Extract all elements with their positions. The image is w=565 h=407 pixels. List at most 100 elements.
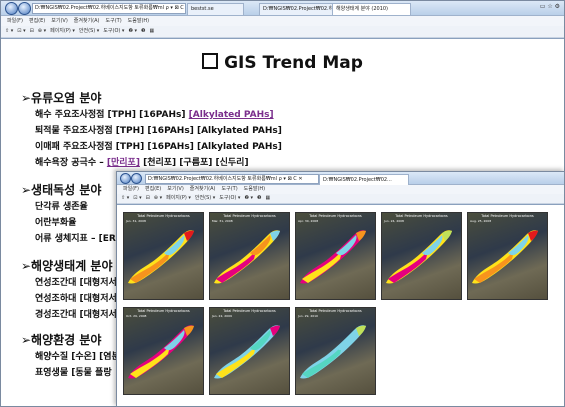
concentration-map xyxy=(386,230,452,284)
data-link[interactable]: [천리포] xyxy=(140,158,179,168)
command-item-1[interactable]: ⇧ ▾ xyxy=(5,28,13,34)
command-item-1[interactable]: ⇧ ▾ xyxy=(121,195,129,201)
address-bar[interactable]: D:₩NGIS₩02.Project₩02.하베이스지도항 토류화름₩ml ρ … xyxy=(32,3,186,14)
row-label: 표영생물 [동물 플랑 xyxy=(35,368,112,378)
map-thumbnail[interactable]: Total Petroleum Hydrocarbons Jun. 24, 200… xyxy=(381,212,462,300)
section-row: 어란부화율 xyxy=(35,215,76,228)
data-link[interactable]: [만리포] xyxy=(107,158,140,168)
forward-button[interactable] xyxy=(131,173,142,184)
row-label: 연성조간대 [대형저서 xyxy=(35,278,117,288)
data-link[interactable]: [16PAHs] xyxy=(144,126,197,136)
row-label: 이매패 주요조사정점 xyxy=(35,142,116,152)
back-button[interactable] xyxy=(5,2,18,15)
map-title: Total Petroleum Hydrocarbons xyxy=(137,214,190,218)
browser-tab-1[interactable]: bestst.se xyxy=(187,3,244,15)
main-titlebar: D:₩NGIS₩02.Project₩02.하베이스지도항 토류화름₩ml ρ … xyxy=(1,1,564,16)
command-item-7[interactable]: 도구(O) ▾ xyxy=(219,195,240,201)
menu-item-1[interactable]: 파일(F) xyxy=(123,186,139,192)
command-item-2[interactable]: ⊡ ▾ xyxy=(17,28,25,34)
map-thumbnail[interactable]: Total Petroleum Hydrocarbons Mar. 31, 200… xyxy=(209,212,290,300)
command-item-4[interactable]: ⊕ ▾ xyxy=(154,195,162,201)
map-thumbnail[interactable]: Total Petroleum Hydrocarbons Apr. 30, 200… xyxy=(295,212,376,300)
menu-item-4[interactable]: 즐겨찾기(A) xyxy=(190,186,216,192)
section-row: 어류 생체지표 – [ERO xyxy=(35,231,123,244)
section-row: 연성조하대 [대형저서 xyxy=(35,291,117,304)
browser-tab-2[interactable]: D:₩NGIS₩02.Project₩02.하베... xyxy=(259,3,334,15)
row-label: 경성조간대 [대형저서 xyxy=(35,310,117,320)
map-thumbnail[interactable]: Total Petroleum Hydrocarbons Oct. 29, 200… xyxy=(123,307,204,395)
data-link[interactable]: [TPH] xyxy=(108,110,137,120)
command-item-5[interactable]: 페이지(P) ▾ xyxy=(166,195,191,201)
data-link[interactable]: [TPH] xyxy=(116,142,145,152)
command-item-9[interactable]: ❸ xyxy=(257,195,261,201)
browser-tab-3[interactable]: 해양생태계 분야 (2010) xyxy=(332,3,411,15)
data-link[interactable]: [16PAHs] xyxy=(144,142,197,152)
menu-item-5[interactable]: 도구(T) xyxy=(222,186,238,192)
row-label: 해수 주요조사정점 xyxy=(35,110,108,120)
command-item-3[interactable]: ⊟ xyxy=(146,195,150,201)
data-link[interactable]: [16PAHs] xyxy=(136,110,189,120)
menu-item-3[interactable]: 보기(V) xyxy=(167,186,184,192)
row-label: 퇴적물 주요조사정점 xyxy=(35,126,116,136)
separator xyxy=(1,38,564,39)
menu-item-5[interactable]: 도구(T) xyxy=(106,18,122,24)
map-date: Jun. 24, 2008 xyxy=(384,219,404,223)
section-row: 연성조간대 [대형저서 xyxy=(35,275,117,288)
map-date: Apr. 30, 2008 xyxy=(298,219,319,223)
command-item-5[interactable]: 페이지(P) ▾ xyxy=(50,28,75,34)
menu-item-1[interactable]: 파일(F) xyxy=(7,18,23,24)
forward-button[interactable] xyxy=(18,2,31,15)
map-date: Mar. 31, 2008 xyxy=(212,219,233,223)
menu-item-6[interactable]: 도움말(H) xyxy=(244,186,265,192)
command-item-7[interactable]: 도구(O) ▾ xyxy=(103,28,124,34)
row-label: 해수욕장 공극수 – xyxy=(35,158,107,168)
menu-item-6[interactable]: 도움말(H) xyxy=(128,18,149,24)
map-thumbnail[interactable]: Total Petroleum Hydrocarbons Jun. 29, 201… xyxy=(295,307,376,395)
back-button[interactable] xyxy=(120,173,131,184)
data-link[interactable]: [신두리] xyxy=(212,158,249,168)
command-item-2[interactable]: ⊡ ▾ xyxy=(133,195,141,201)
command-item-8[interactable]: ❷ ▾ xyxy=(128,28,137,34)
map-title: Total Petroleum Hydrocarbons xyxy=(309,309,362,313)
menu-item-3[interactable]: 보기(V) xyxy=(51,18,68,24)
command-item-9[interactable]: ❸ xyxy=(141,28,145,34)
map-title: Total Petroleum Hydrocarbons xyxy=(137,309,190,313)
section-row: 경성조간대 [대형저서 xyxy=(35,307,117,320)
command-item-10[interactable]: ▦ xyxy=(266,195,271,201)
section-row: 단각류 생존율 xyxy=(35,199,88,212)
section-row: 표영생물 [동물 플랑 xyxy=(35,365,112,378)
map-thumbnail[interactable]: Total Petroleum Hydrocarbons Aug. 25, 200… xyxy=(467,212,548,300)
tab-active[interactable]: D:₩NGIS₩02.Project₩02... xyxy=(319,174,409,185)
data-link[interactable]: [구름포] xyxy=(179,158,212,168)
data-link[interactable]: [TPH] xyxy=(116,126,145,136)
map-title: Total Petroleum Hydrocarbons xyxy=(395,214,448,218)
checkbox-square-icon xyxy=(202,53,219,69)
concentration-map xyxy=(214,230,280,284)
command-item-8[interactable]: ❷ ▾ xyxy=(244,195,253,201)
map-date: Aug. 25, 2008 xyxy=(470,219,492,223)
row-label: 해양수질 [수온] [염분 xyxy=(35,352,120,362)
command-item-6[interactable]: 안전(S) ▾ xyxy=(195,195,215,201)
map-title: Total Petroleum Hydrocarbons xyxy=(223,309,276,313)
command-item-3[interactable]: ⊟ xyxy=(30,28,34,34)
window-controls[interactable]: ▭ ☆ ⚙ xyxy=(540,3,560,10)
popup-browser-window: D:₩NGIS₩02.Project₩02.하베이스지도항 토류화름₩ml ρ … xyxy=(116,171,565,407)
concentration-map xyxy=(472,230,538,284)
data-link[interactable]: [Alkylated PAHs] xyxy=(189,110,274,120)
command-item-6[interactable]: 안전(S) ▾ xyxy=(79,28,99,34)
address-bar[interactable]: D:₩NGIS₩02.Project₩02.하베이스지도항 토류화름₩ml ρ … xyxy=(145,174,319,184)
menu-item-2[interactable]: 편집(E) xyxy=(29,18,45,24)
map-thumbnail[interactable]: Total Petroleum Hydrocarbons Jan. 31, 200… xyxy=(123,212,204,300)
menu-bar: 파일(F) 편집(E) 보기(V) 즐겨찾기(A) 도구(T) 도움말(H) xyxy=(117,185,564,194)
menu-item-2[interactable]: 편집(E) xyxy=(145,186,161,192)
command-item-10[interactable]: ▦ xyxy=(150,28,155,34)
menu-item-4[interactable]: 즐겨찾기(A) xyxy=(74,18,100,24)
popup-titlebar: D:₩NGIS₩02.Project₩02.하베이스지도항 토류화름₩ml ρ … xyxy=(117,172,564,185)
map-thumbnail[interactable]: Total Petroleum Hydrocarbons Jan. 22, 200… xyxy=(209,307,290,395)
command-item-4[interactable]: ⊕ ▾ xyxy=(38,28,46,34)
concentration-map xyxy=(300,325,366,379)
concentration-map xyxy=(128,230,194,284)
row-label: 어란부화율 xyxy=(35,218,77,228)
data-link[interactable]: [Alkylated PAHs] xyxy=(197,142,282,152)
data-link[interactable]: [Alkylated PAHs] xyxy=(197,126,282,136)
